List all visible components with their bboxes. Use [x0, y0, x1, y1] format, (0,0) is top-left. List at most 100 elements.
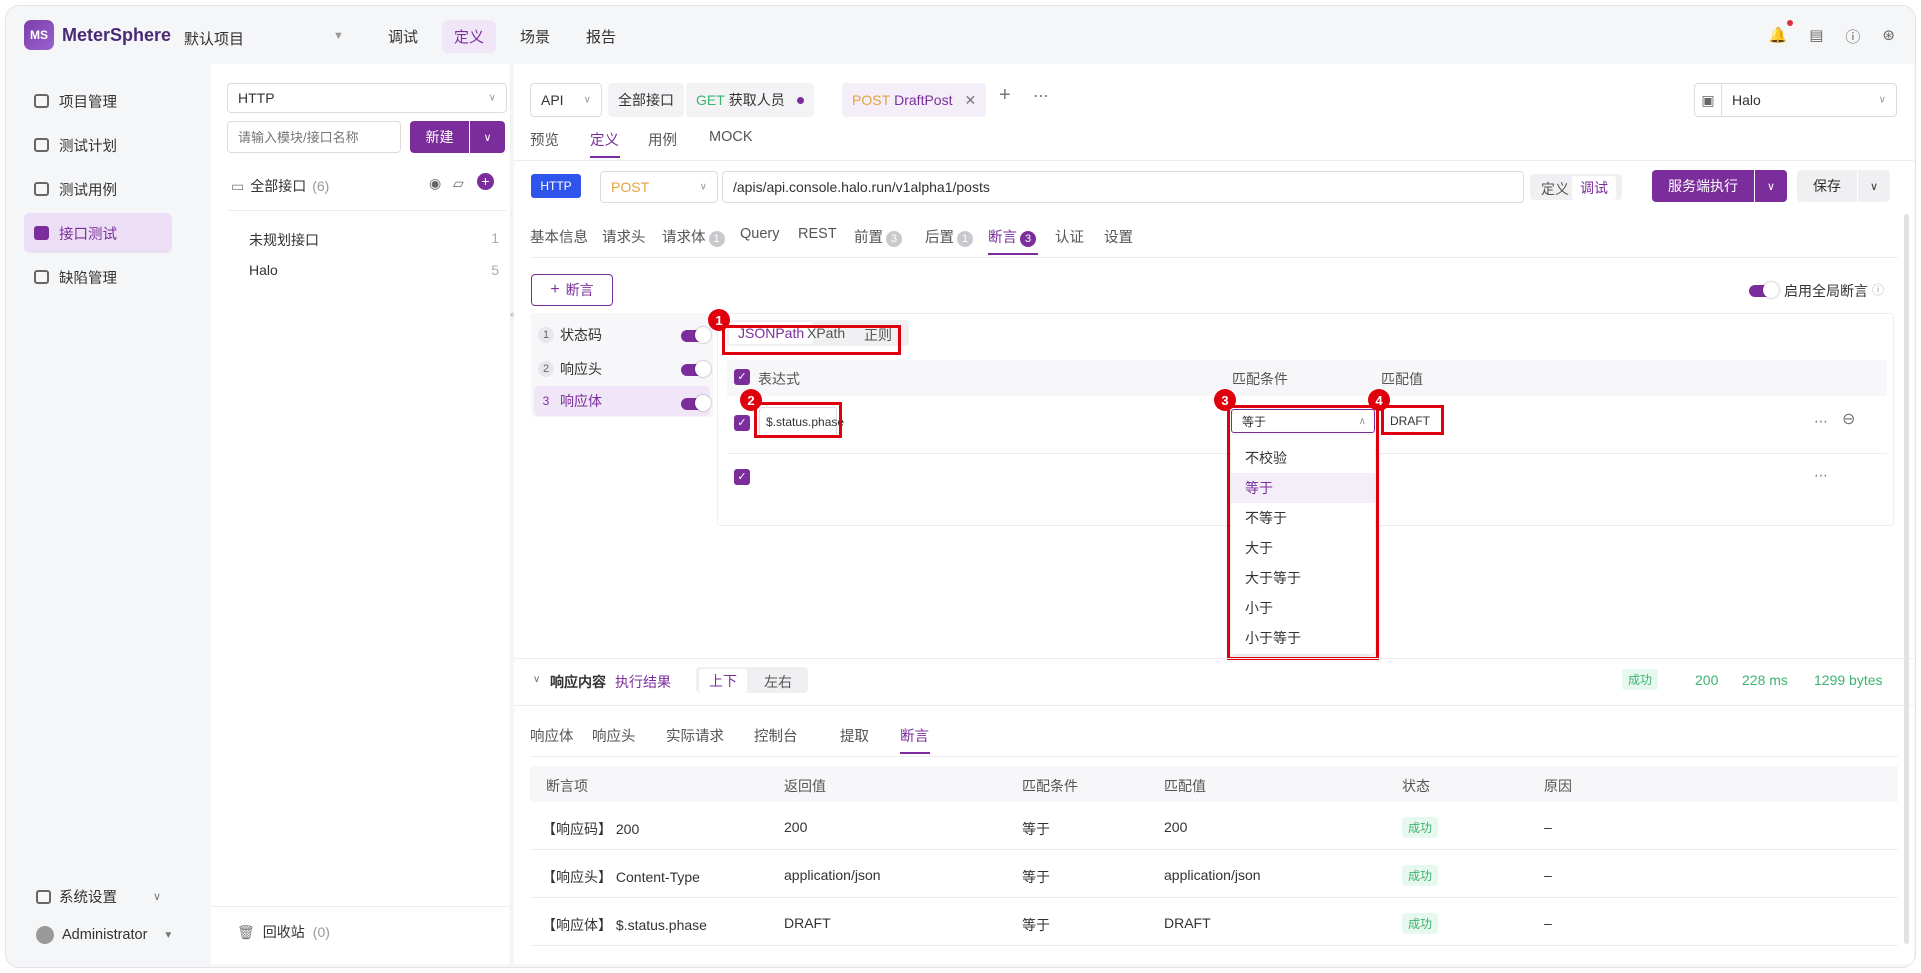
topnav-debug[interactable]: 调试	[376, 20, 430, 53]
assertion-item-response-header[interactable]: 2 响应头	[538, 354, 703, 384]
mode-define[interactable]: 定义	[1541, 179, 1569, 199]
req-tab-basic[interactable]: 基本信息	[530, 226, 588, 247]
mode-debug[interactable]: 调试	[1572, 176, 1616, 200]
divider	[514, 658, 1914, 659]
req-tab-query[interactable]: Query	[740, 226, 780, 242]
app-logo[interactable]: MS MeterSphere	[24, 20, 171, 50]
more-tabs-icon[interactable]: ⋯	[1033, 86, 1049, 106]
select-all-checkbox[interactable]: ✓	[734, 369, 750, 385]
global-assertion-toggle[interactable]	[1749, 282, 1779, 298]
req-tab-pre[interactable]: 前置 3	[854, 226, 902, 247]
resp-tab-assertion[interactable]: 断言	[900, 725, 929, 746]
add-assertion-button[interactable]: + 断言	[531, 274, 613, 306]
topnav-define[interactable]: 定义	[442, 20, 497, 53]
results-table-header	[530, 766, 1898, 802]
req-tab-auth[interactable]: 认证	[1055, 226, 1084, 247]
collapse-chevron-icon[interactable]: ∨	[533, 674, 540, 685]
project-selector[interactable]: 默认项目	[184, 28, 244, 49]
highlight-box-2	[754, 402, 842, 438]
all-apis-node[interactable]: ▭ 全部接口 (6)	[231, 176, 329, 196]
protocol-badge: HTTP	[531, 174, 581, 198]
view-tab-define[interactable]: 定义	[590, 129, 619, 150]
row-checkbox[interactable]: ✓	[734, 415, 750, 431]
chevron-down-icon: ∨	[1878, 94, 1886, 106]
topnav-report[interactable]: 报告	[574, 20, 628, 53]
assertion-toggle[interactable]	[681, 327, 711, 343]
req-tab-rest[interactable]: REST	[798, 226, 837, 242]
add-folder-icon[interactable]: ▱	[453, 175, 464, 192]
top-icons: 🔔 ▤ ⓘ ⊛	[1769, 20, 1895, 47]
close-icon[interactable]: ✕	[964, 92, 976, 109]
nav-api-test[interactable]: 接口测试	[24, 213, 172, 253]
response-time: 228 ms	[1742, 672, 1788, 688]
save-dropdown-chevron-icon[interactable]: ∨	[1858, 170, 1890, 202]
execution-result-label[interactable]: 执行结果	[615, 672, 671, 692]
chevron-down-icon: ∨	[488, 92, 496, 104]
resp-tab-actual-request[interactable]: 实际请求	[666, 725, 724, 746]
chevron-down-icon: ∨	[153, 891, 162, 903]
add-tab-icon[interactable]: +	[999, 84, 1011, 107]
assertion-item-status-code[interactable]: 1 状态码	[538, 320, 703, 350]
user-settings-icon[interactable]: ⊛	[1882, 26, 1895, 47]
resp-tab-console[interactable]: 控制台	[754, 725, 798, 746]
tab-get-person[interactable]: GET 获取人员	[686, 83, 814, 117]
nav-bug-management[interactable]: 缺陷管理	[24, 257, 172, 297]
module-search-input[interactable]	[227, 121, 401, 153]
help-icon[interactable]: ⓘ	[1872, 281, 1884, 298]
global-assertion-label: 启用全局断言	[1784, 283, 1868, 299]
view-tab-preview[interactable]: 预览	[530, 129, 559, 150]
nav-system-settings[interactable]: 系统设置 ∨	[36, 886, 186, 907]
method-select[interactable]: POST ∨	[600, 171, 718, 203]
nav-test-plan[interactable]: 测试计划	[24, 125, 172, 165]
help-icon[interactable]: ⓘ	[1845, 26, 1860, 47]
bell-icon[interactable]: 🔔	[1769, 20, 1794, 47]
environment-select[interactable]: Halo ∨	[1721, 83, 1897, 117]
user-menu[interactable]: Administrator ▼	[36, 926, 186, 944]
more-icon[interactable]: ⋯	[1814, 413, 1828, 430]
req-tab-assertion[interactable]: 断言 3	[988, 226, 1036, 247]
app-window: MS MeterSphere 默认项目 ▼ 调试 定义 场景 报告 🔔 ▤ ⓘ …	[5, 5, 1916, 968]
resp-tab-extract[interactable]: 提取	[840, 725, 869, 746]
scrollbar[interactable]	[1904, 214, 1909, 944]
environment-icon[interactable]: ▣	[1694, 83, 1722, 117]
row-checkbox[interactable]: ✓	[734, 469, 750, 485]
remove-circle-icon[interactable]: ⊖	[1842, 409, 1855, 429]
view-tab-mock[interactable]: MOCK	[709, 129, 753, 145]
tab-all-apis[interactable]: 全部接口	[608, 83, 684, 117]
nav-project-management[interactable]: 项目管理	[24, 81, 172, 121]
tab-post-draftpost[interactable]: POST DraftPost ✕	[842, 83, 987, 117]
url-input[interactable]	[722, 171, 1524, 203]
highlight-box-3	[1227, 405, 1379, 660]
add-circle-icon[interactable]: +	[477, 173, 494, 190]
plus-icon: +	[550, 281, 560, 298]
divider	[514, 160, 1914, 161]
recycle-bin[interactable]: 🗑 回收站 (0)	[237, 922, 330, 942]
resp-tab-headers[interactable]: 响应头	[592, 725, 636, 746]
execute-dropdown-chevron-icon[interactable]: ∨	[1755, 170, 1787, 202]
new-dropdown-chevron-icon[interactable]: ∨	[470, 121, 505, 153]
topnav-scenario[interactable]: 场景	[508, 20, 562, 53]
view-tab-case[interactable]: 用例	[648, 129, 677, 150]
tree-module-item[interactable]: Halo 5	[249, 262, 499, 278]
req-tab-post[interactable]: 后置 1	[925, 226, 973, 247]
layout-updown[interactable]: 上下	[699, 669, 747, 693]
req-tab-settings[interactable]: 设置	[1104, 226, 1133, 247]
tree-module-item[interactable]: 未规划接口 1	[249, 230, 499, 250]
new-button[interactable]: 新建	[410, 121, 469, 153]
protocol-select[interactable]: HTTP ∨	[227, 83, 507, 113]
save-button[interactable]: 保存	[1797, 170, 1857, 202]
assertion-toggle[interactable]	[681, 361, 711, 377]
server-execute-button[interactable]: 服务端执行	[1652, 170, 1754, 202]
req-tab-headers[interactable]: 请求头	[602, 226, 646, 247]
req-tab-body[interactable]: 请求体 1	[662, 226, 725, 247]
eye-icon[interactable]: ◉	[429, 175, 441, 192]
chevron-down-icon[interactable]: ▼	[333, 30, 344, 42]
layout-leftright[interactable]: 左右	[764, 672, 792, 692]
assertion-toggle[interactable]	[681, 395, 711, 411]
resp-tab-body[interactable]: 响应体	[530, 725, 574, 746]
nav-test-case[interactable]: 测试用例	[24, 169, 172, 209]
more-icon[interactable]: ⋯	[1814, 467, 1828, 484]
marker-4: 4	[1368, 389, 1390, 411]
api-type-select[interactable]: API ∨	[530, 83, 602, 117]
task-center-icon[interactable]: ▤	[1809, 26, 1823, 47]
